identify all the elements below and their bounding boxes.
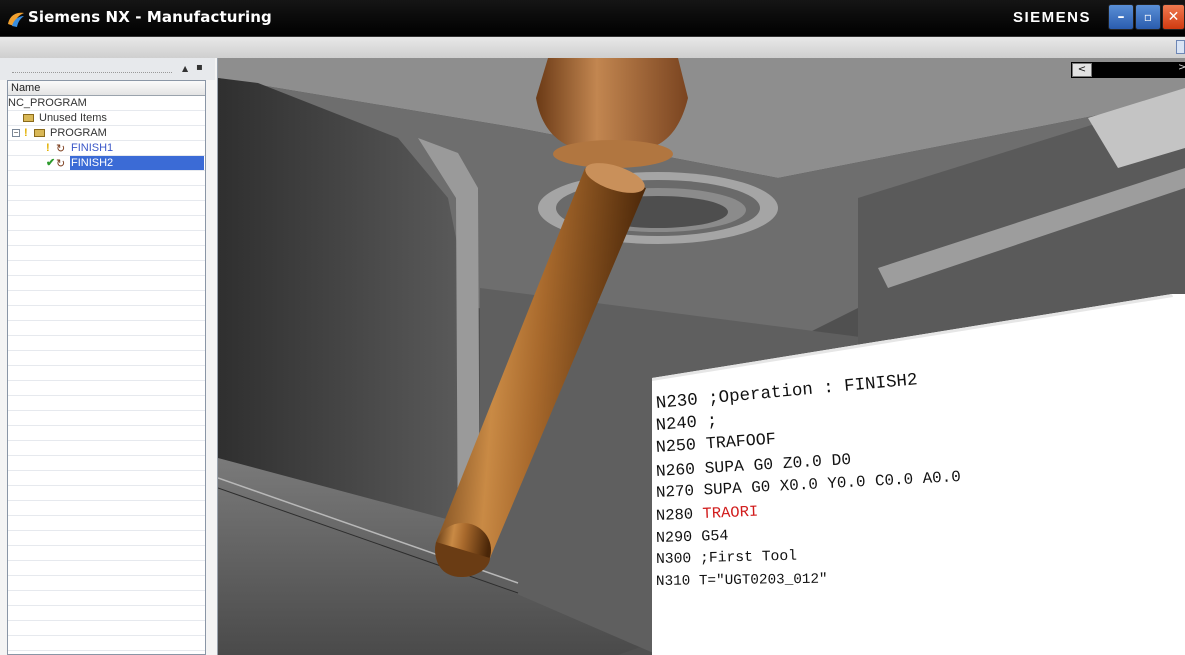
empty-row [8, 381, 205, 396]
nc-line-number: N270 [655, 482, 695, 502]
empty-row [8, 321, 205, 336]
toolbar [0, 37, 1185, 59]
empty-row [8, 186, 205, 201]
empty-row [8, 366, 205, 381]
empty-row [8, 471, 205, 486]
nc-line-code: G54 [700, 526, 729, 546]
nc-line-number: N250 [655, 436, 697, 458]
empty-row [8, 621, 205, 636]
nc-line-number: N260 [655, 459, 696, 481]
tree-row-label: FINISH1 [71, 142, 114, 154]
empty-row [8, 216, 205, 231]
toolbar-overflow-icon[interactable] [1176, 40, 1185, 54]
navigator-grip[interactable] [12, 72, 172, 73]
needs-regenerate-icon: ! [46, 142, 50, 154]
empty-row [8, 351, 205, 366]
folder-icon [34, 129, 45, 137]
tree-row-unused-items[interactable]: Unused Items [8, 111, 205, 126]
brand-logo: SIEMENS [1013, 9, 1092, 26]
empty-row [8, 651, 205, 654]
nc-line-number: N290 [655, 527, 693, 547]
empty-row [8, 561, 205, 576]
empty-row [8, 606, 205, 621]
tree-row-label: PROGRAM [50, 127, 107, 139]
nc-line-code: ; [706, 411, 719, 432]
empty-row [8, 261, 205, 276]
nc-code-line: N290 G54 [656, 527, 729, 547]
empty-row [8, 456, 205, 471]
operation-icon: ↻ [56, 143, 66, 155]
empty-row [8, 501, 205, 516]
nc-line-code: T="UGT0203_012" [698, 571, 828, 590]
nc-line-number: N310 [655, 573, 691, 590]
title-bar: Siemens NX - Manufacturing SIEMENS – ▫ ✕ [0, 0, 1185, 37]
maximize-button[interactable]: ▫ [1135, 4, 1161, 30]
navigator-pin-icon[interactable]: ▪ [196, 62, 203, 73]
tree-row-label: Unused Items [39, 112, 107, 124]
folder-icon [23, 114, 34, 122]
empty-row [8, 576, 205, 591]
nc-line-number: N280 [655, 504, 694, 525]
nc-line-code: TRAORI [702, 502, 759, 523]
navigator-collapse-icon[interactable]: ▲ [182, 64, 188, 73]
empty-row [8, 516, 205, 531]
nc-line-code: ;First Tool [699, 548, 798, 567]
empty-row [8, 336, 205, 351]
empty-row [8, 306, 205, 321]
empty-row [8, 396, 205, 411]
siemens-nx-app-icon [8, 12, 24, 27]
nc-line-number: N300 [655, 550, 692, 568]
nc-code-line: N300 ;First Tool [656, 548, 797, 567]
empty-row [8, 201, 205, 216]
needs-regenerate-icon: ! [24, 127, 28, 139]
empty-row [8, 291, 205, 306]
tree-row-label: NC_PROGRAM [8, 97, 87, 109]
empty-row [8, 546, 205, 561]
operation-icon: ↻ [56, 158, 66, 170]
operation-tree: Name NC_PROGRAM Unused Items −! PROGRAM! ↻ FI… [7, 80, 206, 655]
empty-row [8, 246, 205, 261]
scroll-right-button[interactable]: > [1178, 62, 1185, 73]
close-button[interactable]: ✕ [1162, 4, 1185, 30]
empty-row [8, 171, 205, 186]
scroll-left-button[interactable]: < [1072, 63, 1092, 77]
operation-navigator: ▲ ▪ Name NC_PROGRAM Unused Items −! PROGRAM… [0, 58, 219, 655]
tree-row-finish1[interactable]: ! ↻ FINISH1 [8, 141, 205, 156]
empty-row [8, 276, 205, 291]
nc-code-line: N280 TRAORI [656, 502, 759, 524]
empty-row [8, 531, 205, 546]
nc-code-line: N310 T="UGT0203_012" [656, 572, 828, 590]
tree-row-nc-program[interactable]: NC_PROGRAM [8, 96, 205, 111]
minimize-button[interactable]: – [1108, 4, 1134, 30]
collapse-toggle-icon[interactable]: − [12, 129, 20, 137]
empty-row [8, 591, 205, 606]
empty-row [8, 441, 205, 456]
empty-row [8, 411, 205, 426]
empty-row [8, 426, 205, 441]
empty-row [8, 636, 205, 651]
column-header-name[interactable]: Name [8, 81, 205, 96]
nc-code-panel: N230 ;Operation : FINISH2 N240 ; N250 TRAF… [652, 294, 1185, 655]
navigator-header: ▲ ▪ [0, 58, 215, 80]
tree-row-program[interactable]: −! PROGRAM [8, 126, 205, 141]
window-title: Siemens NX - Manufacturing [28, 8, 272, 26]
empty-row [8, 231, 205, 246]
empty-row [8, 486, 205, 501]
nc-line-number: N230 [655, 390, 699, 414]
tree-row-label: FINISH2 [71, 157, 114, 169]
complete-check-icon: ✔ [46, 157, 56, 169]
nc-line-number: N240 [655, 413, 698, 436]
tree-row-finish2[interactable]: ✔ ↻ FINISH2 [8, 156, 205, 171]
